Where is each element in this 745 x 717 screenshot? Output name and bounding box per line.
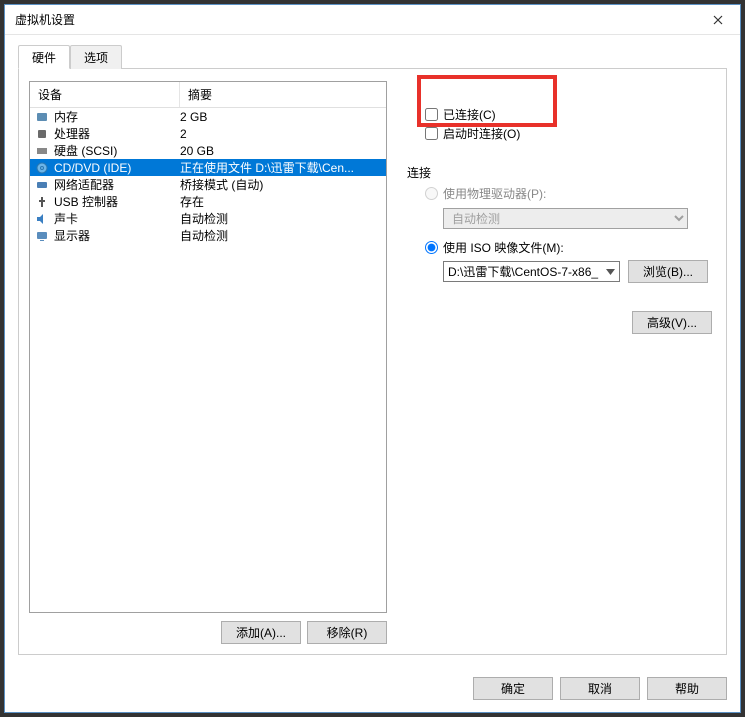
iso-path-row: 浏览(B)...: [443, 260, 716, 283]
device-row[interactable]: 显示器自动检测: [30, 227, 386, 244]
remove-device-button[interactable]: 移除(R): [307, 621, 387, 644]
col-header-device[interactable]: 设备: [30, 82, 180, 107]
device-label: 网络适配器: [54, 176, 180, 193]
titlebar: 虚拟机设置: [5, 5, 740, 35]
device-row[interactable]: CD/DVD (IDE)正在使用文件 D:\迅雷下载\Cen...: [30, 159, 386, 176]
use-iso-row: 使用 ISO 映像文件(M):: [425, 239, 716, 256]
browse-button[interactable]: 浏览(B)...: [628, 260, 708, 283]
use-physical-label: 使用物理驱动器(P):: [443, 185, 546, 202]
device-summary: 2: [180, 127, 382, 141]
cancel-button[interactable]: 取消: [560, 677, 640, 700]
device-row[interactable]: 网络适配器桥接模式 (自动): [30, 176, 386, 193]
usb-icon: [34, 194, 50, 210]
connected-row: 已连接(C): [425, 106, 716, 123]
tab-options[interactable]: 选项: [70, 45, 122, 69]
ok-button[interactable]: 确定: [473, 677, 553, 700]
settings-window: 虚拟机设置 硬件 选项 设备 摘要 内存2 GB处理器2硬盘 (SCSI)20 …: [4, 4, 741, 713]
close-icon: [713, 15, 723, 25]
device-table: 设备 摘要 内存2 GB处理器2硬盘 (SCSI)20 GBCD/DVD (ID…: [29, 81, 387, 613]
device-label: 处理器: [54, 125, 180, 142]
content-area: 硬件 选项 设备 摘要 内存2 GB处理器2硬盘 (SCSI)20 GBCD/D…: [5, 35, 740, 667]
dialog-footer: 确定 取消 帮助: [5, 667, 740, 712]
device-label: 显示器: [54, 227, 180, 244]
device-summary: 20 GB: [180, 144, 382, 158]
connect-at-power-checkbox[interactable]: [425, 127, 438, 140]
detail-panel: 设备状态 已连接(C) 启动时连接(O) 连接 使用物理驱动器(P):: [407, 81, 716, 644]
cpu-icon: [34, 126, 50, 142]
iso-path-input[interactable]: [443, 261, 620, 282]
connection-section: 连接 使用物理驱动器(P): 自动检测 使用 ISO 映像文件(M):: [407, 164, 716, 334]
use-iso-label: 使用 ISO 映像文件(M):: [443, 239, 564, 256]
device-panel: 设备 摘要 内存2 GB处理器2硬盘 (SCSI)20 GBCD/DVD (ID…: [29, 81, 387, 644]
device-buttons: 添加(A)... 移除(R): [29, 621, 387, 644]
device-row[interactable]: USB 控制器存在: [30, 193, 386, 210]
use-physical-radio[interactable]: [425, 187, 438, 200]
use-iso-radio[interactable]: [425, 241, 438, 254]
tab-body: 设备 摘要 内存2 GB处理器2硬盘 (SCSI)20 GBCD/DVD (ID…: [18, 69, 727, 655]
device-table-header: 设备 摘要: [30, 82, 386, 108]
cd-icon: [34, 160, 50, 176]
device-label: 硬盘 (SCSI): [54, 142, 180, 159]
net-icon: [34, 177, 50, 193]
device-summary: 2 GB: [180, 110, 382, 124]
physical-drive-select[interactable]: 自动检测: [443, 208, 688, 229]
device-row[interactable]: 处理器2: [30, 125, 386, 142]
disp-icon: [34, 228, 50, 244]
connect-at-power-label: 启动时连接(O): [443, 125, 520, 142]
device-rows: 内存2 GB处理器2硬盘 (SCSI)20 GBCD/DVD (IDE)正在使用…: [30, 108, 386, 244]
device-row[interactable]: 硬盘 (SCSI)20 GB: [30, 142, 386, 159]
snd-icon: [34, 211, 50, 227]
advanced-row: 高级(V)...: [407, 311, 716, 334]
device-summary: 自动检测: [180, 210, 382, 227]
device-row[interactable]: 声卡自动检测: [30, 210, 386, 227]
connected-label: 已连接(C): [443, 106, 496, 123]
device-label: CD/DVD (IDE): [54, 161, 180, 175]
device-label: 内存: [54, 108, 180, 125]
disk-icon: [34, 143, 50, 159]
chip-icon: [34, 109, 50, 125]
device-summary: 自动检测: [180, 227, 382, 244]
device-row[interactable]: 内存2 GB: [30, 108, 386, 125]
connected-checkbox[interactable]: [425, 108, 438, 121]
tab-strip: 硬件 选项: [18, 45, 727, 69]
device-label: USB 控制器: [54, 193, 180, 210]
add-device-button[interactable]: 添加(A)...: [221, 621, 301, 644]
connect-at-power-row: 启动时连接(O): [425, 125, 716, 142]
tab-hardware[interactable]: 硬件: [18, 45, 70, 69]
device-summary: 桥接模式 (自动): [180, 176, 382, 193]
window-title: 虚拟机设置: [15, 11, 75, 28]
device-summary: 存在: [180, 193, 382, 210]
use-physical-row: 使用物理驱动器(P):: [425, 185, 716, 202]
col-header-summary[interactable]: 摘要: [180, 82, 386, 107]
device-summary: 正在使用文件 D:\迅雷下载\Cen...: [180, 159, 382, 176]
device-label: 声卡: [54, 210, 180, 227]
advanced-button[interactable]: 高级(V)...: [632, 311, 712, 334]
close-button[interactable]: [695, 5, 740, 35]
connection-heading: 连接: [407, 164, 716, 181]
help-button[interactable]: 帮助: [647, 677, 727, 700]
